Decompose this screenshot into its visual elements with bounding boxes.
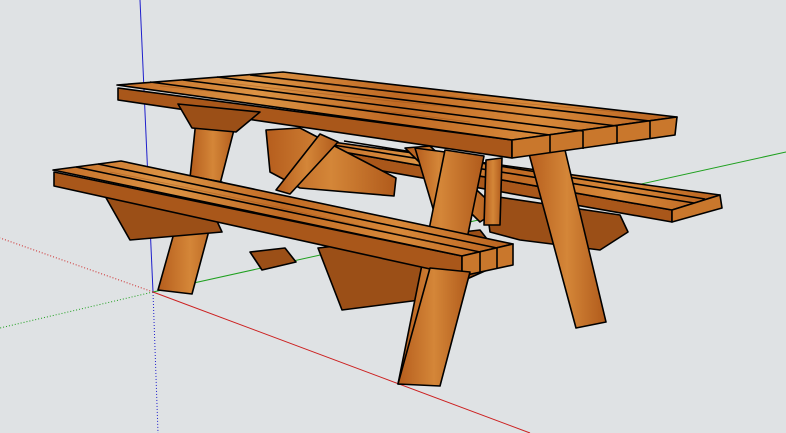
picnic-table-model[interactable]	[52, 71, 723, 387]
sketchup-viewport[interactable]	[0, 0, 786, 433]
blue-axis-negative	[152, 291, 159, 433]
red-axis-negative	[0, 237, 154, 293]
3d-model-canvas[interactable]	[0, 0, 786, 433]
green-axis-negative	[0, 291, 154, 329]
red-axis-positive	[152, 291, 531, 433]
blue-axis-positive	[139, 0, 154, 293]
